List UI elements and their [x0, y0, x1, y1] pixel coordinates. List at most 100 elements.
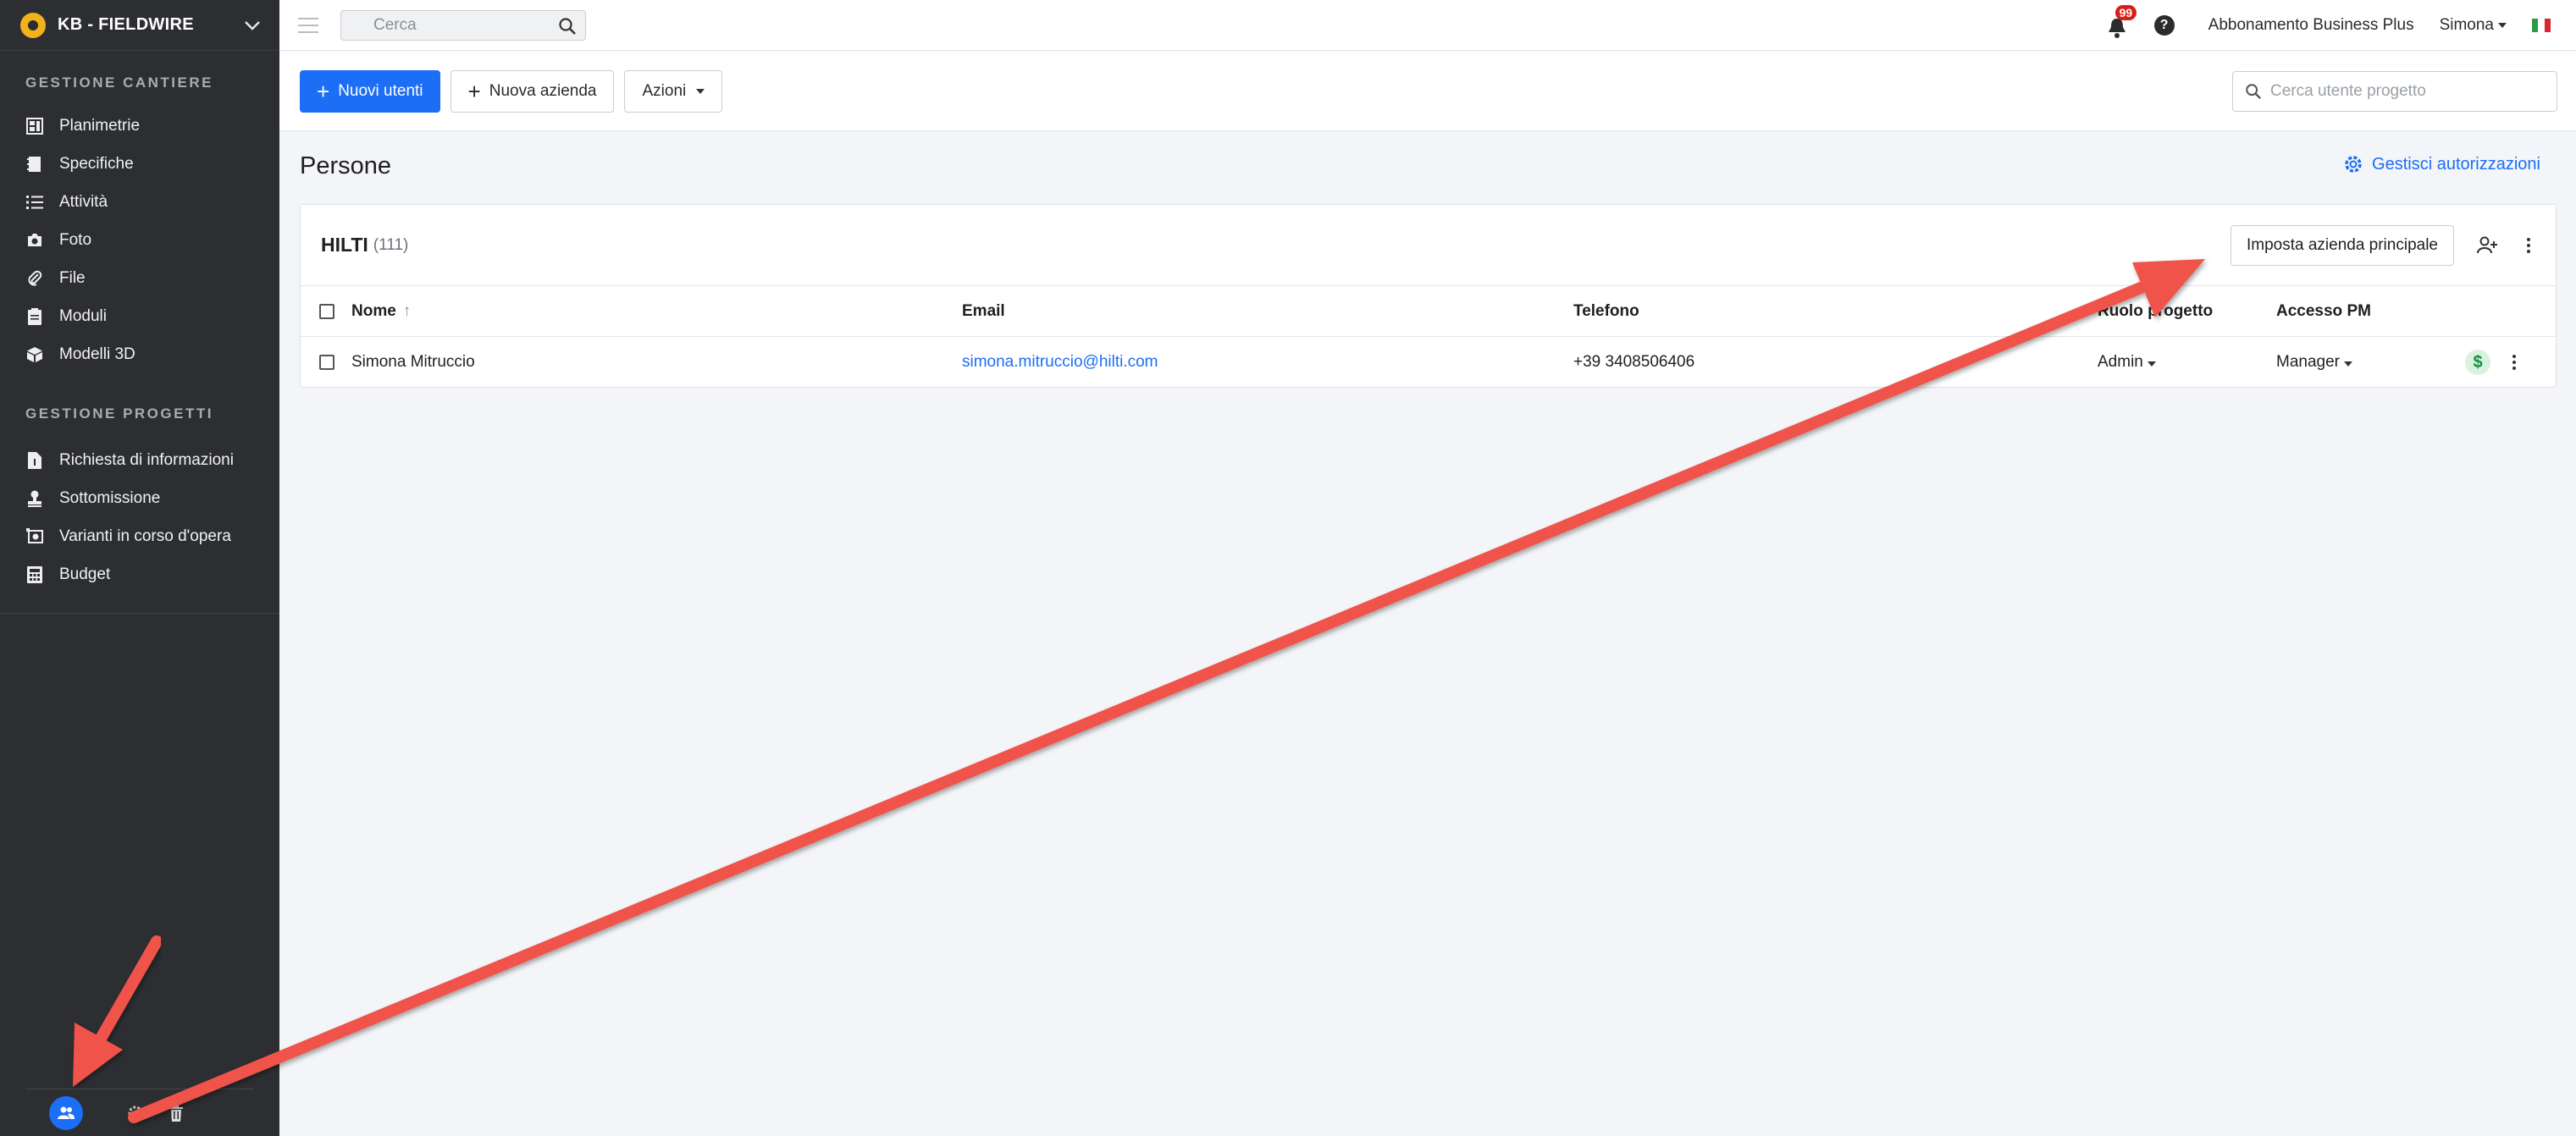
global-search-input[interactable]: Cerca	[340, 9, 586, 41]
search-placeholder: Cerca	[373, 15, 417, 34]
more-vertical-icon	[2512, 355, 2516, 370]
add-user-icon	[2477, 236, 2497, 253]
table-row: Simona Mitruccio simona.mitruccio@hilti.…	[301, 337, 2556, 388]
notifications-button[interactable]: 99	[2107, 4, 2137, 38]
select-all-checkbox[interactable]	[319, 303, 334, 319]
sidebar-item-label: Modelli 3D	[59, 345, 135, 363]
column-pm-access[interactable]: Accesso PM	[2276, 302, 2371, 321]
sidebar-item-label: Richiesta di informazioni	[59, 450, 234, 469]
stamp-icon	[25, 489, 44, 508]
help-icon[interactable]: ?	[2153, 14, 2175, 36]
billing-dollar-icon[interactable]: $	[2465, 350, 2490, 375]
notifications-badge: 99	[2114, 4, 2137, 20]
sidebar-bottom-bar	[25, 1089, 254, 1136]
sidebar-item-label: Planimetrie	[59, 116, 141, 135]
sidebar-divider	[0, 613, 279, 614]
actions-dropdown[interactable]: Azioni	[624, 69, 723, 113]
column-name[interactable]: Nome ↑	[351, 302, 411, 321]
italy-flag-icon[interactable]	[2532, 18, 2551, 32]
sidebar-item-forms[interactable]: Moduli	[0, 297, 279, 335]
sidebar-item-change-orders[interactable]: Varianti in corso d'opera	[0, 517, 279, 555]
user-search-placeholder: Cerca utente progetto	[2270, 81, 2426, 100]
sidebar-item-specifications[interactable]: Specifiche	[0, 145, 279, 183]
caret-down-icon	[2344, 361, 2352, 367]
subscription-link[interactable]: Abbonamento Business Plus	[2208, 16, 2414, 35]
sidebar-item-submittals[interactable]: Sottomissione	[0, 479, 279, 517]
table-header: Nome ↑ Email Telefono Ruolo progetto Acce…	[301, 286, 2556, 337]
company-more-button[interactable]	[2513, 230, 2544, 261]
chevron-down-icon[interactable]	[242, 15, 263, 36]
project-switcher[interactable]: KB - FIELDWIRE	[0, 0, 279, 51]
user-phone-cell: +39 3408506406	[1573, 353, 1695, 371]
row-more-button[interactable]	[2512, 355, 2516, 370]
role-dropdown[interactable]: Admin	[2098, 353, 2156, 372]
section-title-site: GESTIONE CANTIERE	[25, 74, 213, 91]
people-icon	[58, 1106, 75, 1119]
annotation-arrow-to-set-main-company	[128, 259, 2205, 1123]
document-info-icon	[25, 451, 44, 470]
sidebar-item-budget[interactable]: Budget	[0, 555, 279, 593]
company-header: HILTI (111) Imposta azienda principale	[301, 205, 2556, 286]
plus-icon: +	[467, 78, 481, 104]
gear-icon	[2345, 156, 2362, 173]
sidebar-item-label: Moduli	[59, 306, 107, 325]
floorplan-icon	[25, 117, 44, 135]
column-phone[interactable]: Telefono	[1573, 302, 1639, 321]
project-name: KB - FIELDWIRE	[58, 15, 194, 34]
column-role[interactable]: Ruolo progetto	[2098, 302, 2213, 321]
new-users-button[interactable]: + Nuovi utenti	[300, 69, 440, 113]
search-icon	[2246, 83, 2262, 99]
sidebar-item-files[interactable]: File	[0, 259, 279, 297]
action-bar: + Nuovi utenti + Nuova azienda Azioni Ce…	[279, 52, 2576, 131]
caret-down-icon	[2498, 22, 2507, 28]
set-main-company-button[interactable]: Imposta azienda principale	[2230, 224, 2454, 266]
sidebar-item-3d-models[interactable]: Modelli 3D	[0, 335, 279, 373]
sidebar-item-label: Budget	[59, 565, 111, 583]
project-user-search-input[interactable]: Cerca utente progetto	[2232, 70, 2557, 112]
plus-icon: +	[317, 78, 330, 104]
sidebar-item-photos[interactable]: Foto	[0, 221, 279, 259]
company-panel: HILTI (111) Imposta azienda principale N…	[300, 204, 2557, 388]
paperclip-icon	[25, 269, 44, 288]
sidebar-item-plans[interactable]: Planimetrie	[0, 107, 279, 145]
new-company-label: Nuova azienda	[489, 81, 597, 100]
column-email[interactable]: Email	[962, 302, 1005, 321]
trash-icon	[169, 1104, 183, 1122]
people-button[interactable]	[49, 1095, 83, 1130]
specifications-icon	[25, 155, 44, 174]
actions-label: Azioni	[642, 81, 687, 100]
search-icon[interactable]	[558, 17, 577, 36]
sidebar-item-label: Foto	[59, 230, 92, 249]
sidebar-item-tasks[interactable]: Attività	[0, 183, 279, 221]
manage-permissions-label: Gestisci autorizzazioni	[2372, 154, 2540, 174]
settings-icon	[128, 1106, 143, 1120]
list-icon	[25, 193, 44, 212]
pm-access-dropdown[interactable]: Manager	[2276, 353, 2352, 372]
settings-button[interactable]	[119, 1096, 152, 1130]
manage-permissions-link[interactable]: Gestisci autorizzazioni	[2343, 154, 2540, 174]
trash-button[interactable]	[159, 1096, 193, 1130]
add-user-button[interactable]	[2473, 230, 2503, 261]
company-user-count: (111)	[373, 235, 409, 254]
user-menu[interactable]: Simona	[2440, 16, 2507, 35]
change-order-icon	[25, 527, 44, 546]
fieldwire-logo-icon	[20, 12, 46, 38]
caret-down-icon	[696, 88, 705, 94]
new-users-label: Nuovi utenti	[338, 81, 423, 100]
user-name-cell[interactable]: Simona Mitruccio	[351, 353, 475, 372]
user-name: Simona	[2439, 15, 2494, 34]
section-title-projects: GESTIONE PROGETTI	[25, 405, 213, 422]
new-company-button[interactable]: + Nuova azienda	[450, 69, 615, 113]
menu-icon[interactable]	[298, 15, 323, 36]
sidebar-item-label: Sottomissione	[59, 488, 161, 507]
sidebar-item-label: File	[59, 268, 86, 287]
sidebar: KB - FIELDWIRE GESTIONE CANTIERE Planime…	[0, 0, 279, 1136]
clipboard-icon	[25, 307, 44, 326]
caret-down-icon	[2147, 361, 2156, 367]
sidebar-item-rfi[interactable]: Richiesta di informazioni	[0, 441, 279, 479]
user-email-link[interactable]: simona.mitruccio@hilti.com	[962, 353, 1158, 372]
sidebar-item-label: Varianti in corso d'opera	[59, 527, 231, 545]
more-vertical-icon	[2527, 237, 2530, 253]
sort-up-icon: ↑	[402, 301, 412, 320]
row-checkbox[interactable]	[319, 355, 334, 370]
